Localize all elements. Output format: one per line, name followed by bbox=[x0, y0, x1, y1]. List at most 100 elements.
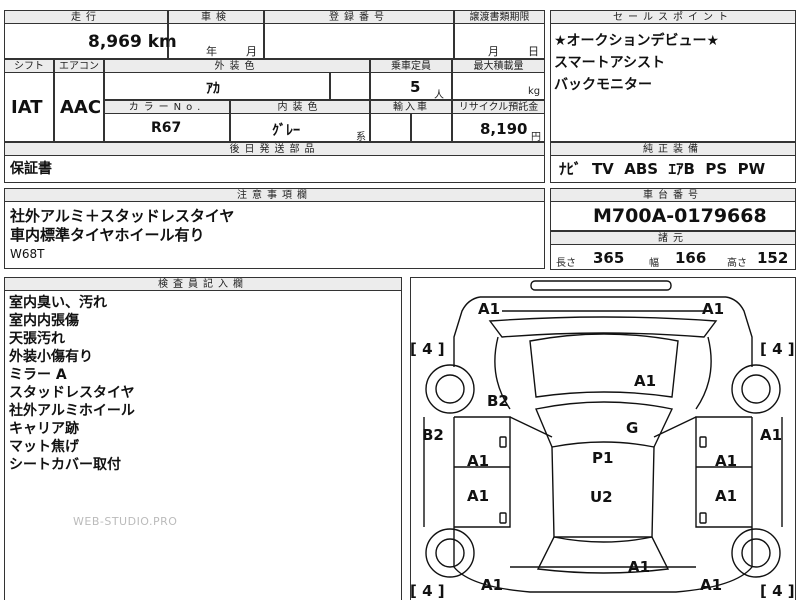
interior-color-cell bbox=[230, 113, 370, 142]
notes-line: 車内標準タイヤホイール有り bbox=[10, 226, 205, 244]
notes-list: 社外アルミ＋スタッドレスタイヤ 車内標準タイヤホイール有り W68T bbox=[10, 207, 234, 263]
height-value: 152 bbox=[757, 249, 789, 267]
inspector-notes-header: 検査員記入欄 bbox=[4, 277, 402, 291]
shift-header: シフト bbox=[4, 59, 54, 73]
sales-points-list: ★オークションデビュー★ スマートアシスト バックモニター bbox=[554, 30, 719, 96]
damage-mark: A1 bbox=[478, 300, 501, 318]
front-bumper-outline bbox=[530, 280, 672, 291]
sales-points-header: セールスポイント bbox=[550, 10, 796, 24]
inspection-header: 車検 bbox=[168, 10, 264, 24]
height-label: 高さ bbox=[727, 258, 747, 269]
capacity-value: 5 bbox=[410, 78, 421, 96]
transfer-deadline-header: 譲渡書類期限 bbox=[454, 10, 545, 24]
shipping-parts-value: 保証書 bbox=[10, 161, 52, 177]
import-header: 輸入車 bbox=[370, 100, 452, 114]
damage-mark: A1 bbox=[760, 426, 783, 444]
length-label: 長さ bbox=[556, 258, 576, 269]
right-doors-outline bbox=[695, 416, 752, 528]
wheel-front-left-outline bbox=[425, 364, 475, 414]
tire-depth-mark: [ 4 ] bbox=[410, 582, 445, 600]
shift-value: IAT bbox=[11, 97, 43, 118]
damage-mark: B2 bbox=[422, 426, 444, 444]
tire-depth-mark: [ 4 ] bbox=[410, 340, 445, 358]
front-right-fender-outline bbox=[725, 296, 753, 367]
inspector-note: シートカバー取付 bbox=[9, 457, 121, 473]
mileage-value: 8,969 km bbox=[88, 32, 177, 52]
inspector-note: キャリア跡 bbox=[9, 421, 79, 437]
standard-equipment-value: ﾅﾋﾞ TV ABS ｴｱB PS PW bbox=[559, 160, 766, 178]
inspector-note: 社外アルミホイール bbox=[9, 403, 135, 419]
damage-mark: P1 bbox=[592, 449, 614, 467]
damage-mark: U2 bbox=[590, 488, 613, 506]
transfer-month-label: 月 bbox=[488, 45, 499, 58]
chassis-number-header: 車台番号 bbox=[550, 188, 796, 202]
watermark: WEB-STUDIO.PRO bbox=[73, 515, 178, 528]
inspector-note: スタッドレスタイヤ bbox=[9, 385, 135, 401]
interior-color-header: 内装色 bbox=[230, 100, 370, 114]
import-cell-left bbox=[370, 113, 411, 142]
registration-header: 登録番号 bbox=[264, 10, 454, 24]
chassis-number-value: M700A-0179668 bbox=[593, 205, 767, 227]
inspector-note: 室内臭い、汚れ bbox=[9, 295, 107, 311]
transfer-day-label: 日 bbox=[528, 45, 539, 58]
front-left-fender-outline bbox=[453, 296, 481, 367]
damage-mark: B2 bbox=[487, 392, 509, 410]
damage-mark: A1 bbox=[481, 576, 504, 594]
ac-value: AAC bbox=[60, 97, 102, 118]
notes-cell: 社外アルミ＋スタッドレスタイヤ 車内標準タイヤホイール有り W68T bbox=[4, 201, 545, 269]
inspector-notes-list: 室内臭い、汚れ 室内内張傷 天張汚れ 外装小傷有り ミラー A スタッドレスタイ… bbox=[9, 294, 135, 474]
width-value: 166 bbox=[675, 249, 707, 267]
windshield-outline bbox=[535, 401, 674, 448]
wheel-rear-right-outline bbox=[731, 528, 781, 578]
damage-mark: A1 bbox=[634, 372, 657, 390]
max-load-unit: kg bbox=[528, 86, 541, 97]
inspector-note: マット焦げ bbox=[9, 439, 79, 455]
import-cell-right bbox=[411, 113, 452, 142]
inspector-note: 天張汚れ bbox=[9, 331, 65, 347]
tire-depth-mark: [ 4 ] bbox=[760, 582, 795, 600]
specs-header: 諸元 bbox=[550, 231, 796, 245]
recycle-header: リサイクル預託金 bbox=[452, 100, 545, 114]
capacity-header: 乗車定員 bbox=[370, 59, 452, 73]
inspection-month-label: 月 bbox=[246, 45, 257, 58]
wheel-front-right-outline bbox=[731, 364, 781, 414]
notes-header: 注意事項欄 bbox=[4, 188, 545, 202]
wheel-rear-left-outline bbox=[425, 528, 475, 578]
standard-equipment-cell: ﾅﾋﾞ TV ABS ｴｱB PS PW bbox=[550, 155, 796, 183]
specs-cell: 長さ 365 幅 166 高さ 152 bbox=[550, 244, 796, 270]
exterior-color-sub-cell bbox=[330, 72, 370, 100]
length-value: 365 bbox=[593, 249, 625, 267]
notes-line: 社外アルミ＋スタッドレスタイヤ bbox=[10, 207, 235, 225]
sales-point-item: ★オークションデビュー★ bbox=[554, 33, 720, 49]
inspector-note: ミラー A bbox=[9, 367, 67, 383]
capacity-unit: 人 bbox=[434, 90, 444, 101]
damage-mark: A1 bbox=[715, 452, 738, 470]
notes-code: W68T bbox=[10, 247, 45, 261]
sales-point-item: スマートアシスト bbox=[554, 55, 666, 71]
inspector-note: 室内内張傷 bbox=[9, 313, 79, 329]
interior-color-suffix: 系 bbox=[356, 132, 366, 143]
left-doors-outline bbox=[454, 416, 511, 528]
ac-header: エアコン bbox=[54, 59, 104, 73]
damage-mark: G bbox=[626, 419, 639, 437]
inspector-note: 外装小傷有り bbox=[9, 349, 93, 365]
inspector-notes-cell: 室内臭い、汚れ 室内内張傷 天張汚れ 外装小傷有り ミラー A スタッドレスタイ… bbox=[4, 290, 402, 600]
registration-cell bbox=[264, 23, 454, 59]
sales-point-item: バックモニター bbox=[554, 77, 652, 93]
tire-depth-mark: [ 4 ] bbox=[760, 340, 795, 358]
car-outline-diagram bbox=[423, 280, 783, 593]
damage-mark: A1 bbox=[715, 487, 738, 505]
shipping-parts-cell: 保証書 bbox=[4, 155, 545, 183]
width-label: 幅 bbox=[649, 258, 659, 269]
exterior-color-value: ｱｶ bbox=[206, 81, 220, 97]
shipping-parts-header: 後日発送部品 bbox=[4, 142, 545, 156]
damage-mark: A1 bbox=[700, 576, 723, 594]
damage-mark: A1 bbox=[628, 558, 651, 576]
max-load-header: 最大積載量 bbox=[452, 59, 545, 73]
damage-mark: A1 bbox=[702, 300, 725, 318]
mileage-header: 走行 bbox=[4, 10, 168, 24]
damage-mark: A1 bbox=[467, 452, 490, 470]
inspection-year-label: 年 bbox=[206, 45, 217, 58]
standard-equipment-header: 純正装備 bbox=[550, 142, 796, 156]
recycle-unit: 円 bbox=[531, 132, 541, 143]
